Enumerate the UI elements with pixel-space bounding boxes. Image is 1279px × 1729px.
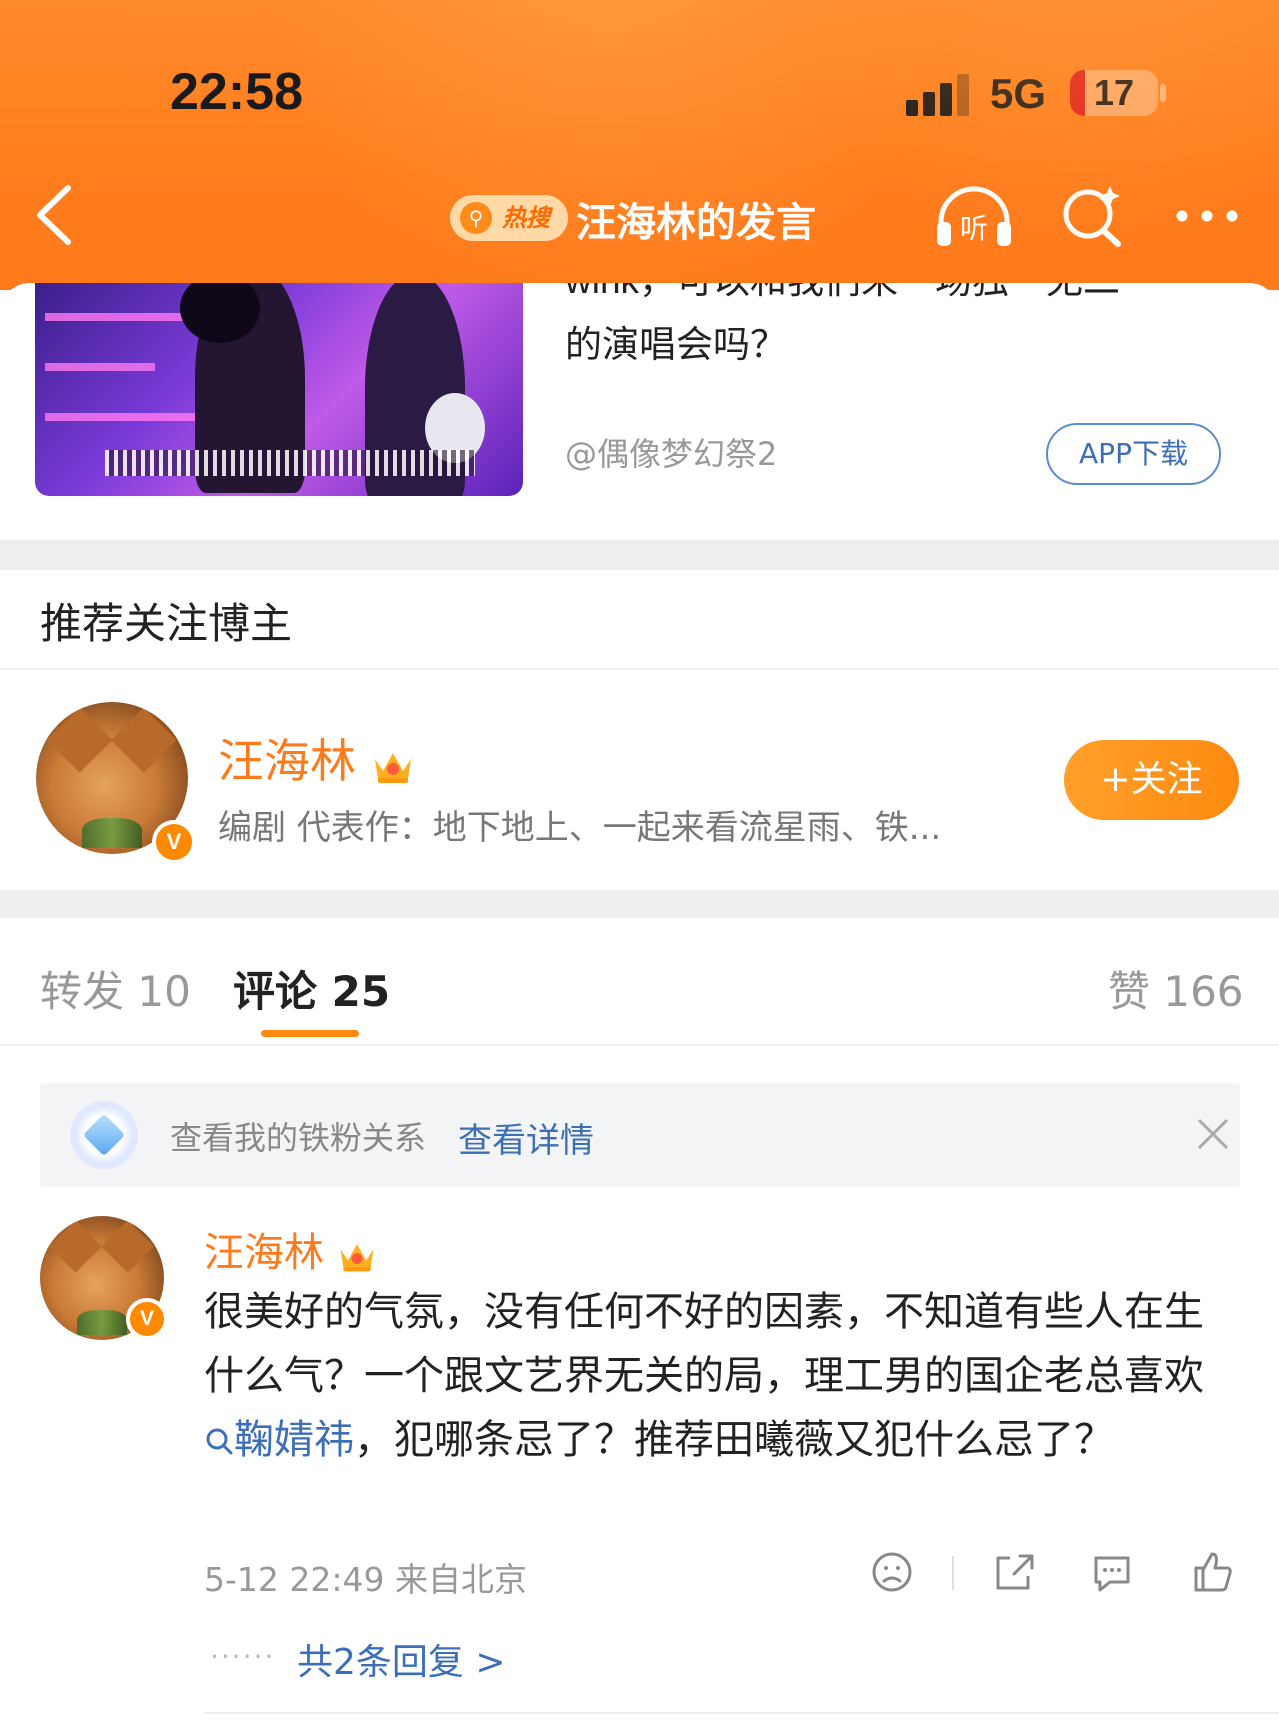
ad-headline: wink，可以和我们来一场独一无二 的演唱会吗？ (565, 283, 1120, 365)
recommend-section-title: 推荐关注博主 (40, 599, 293, 648)
hot-search-badge[interactable]: ⚲ 热搜 (450, 195, 568, 241)
tab-repost[interactable]: 转发 10 (40, 958, 191, 1019)
recommended-user-name[interactable]: 汪海林 (218, 725, 415, 791)
active-tab-indicator (261, 1030, 359, 1037)
listen-label: 听 (960, 212, 988, 245)
comment-bubble-icon[interactable] (1088, 1548, 1136, 1596)
search-icon (206, 1428, 233, 1455)
dislike-face-icon[interactable] (868, 1548, 916, 1596)
network-type: 5G (990, 70, 1047, 117)
view-details-link[interactable]: 查看详情 (458, 1113, 594, 1162)
battery-level-fill (1070, 70, 1085, 116)
tab-like[interactable]: 赞 166 (1108, 958, 1244, 1019)
divider (204, 1712, 1279, 1714)
ad-thumbnail-image[interactable] (35, 283, 523, 496)
crown-vip-icon (374, 752, 411, 783)
app-download-button[interactable]: APP下载 (1046, 423, 1221, 485)
follow-button[interactable]: +关注 (1064, 740, 1239, 820)
divider (952, 1556, 954, 1590)
watermark-strip (105, 450, 475, 476)
page-title: 汪海林的发言 (576, 200, 816, 246)
more-options-icon[interactable] (1172, 198, 1242, 234)
tab-comment[interactable]: 评论 25 (233, 958, 390, 1019)
recommended-user-bio: 编剧 代表作：地下地上、一起来看流星雨、铁... (218, 808, 942, 848)
hot-search-label: 热搜 (502, 204, 550, 232)
search-icon: ⚲ (460, 202, 492, 234)
ad-card[interactable]: wink，可以和我们来一场独一无二 的演唱会吗？ @偶像梦幻祭2 APP下载 (0, 283, 1279, 540)
section-gap (0, 540, 1279, 570)
view-replies-link[interactable]: 共2条回复 > (297, 1633, 506, 1685)
diamond-icon (70, 1101, 138, 1169)
fan-relationship-text: 查看我的铁粉关系 (170, 1119, 427, 1157)
verified-badge-icon: V (126, 1298, 168, 1340)
search-icon[interactable] (1058, 182, 1126, 250)
status-time: 22:58 (170, 63, 303, 121)
battery-level: 17 (1093, 72, 1135, 113)
replies-dots: ······ (210, 1640, 276, 1673)
battery-tip (1160, 84, 1166, 102)
divider (0, 1044, 1279, 1046)
share-icon[interactable] (990, 1548, 1038, 1596)
verified-badge-icon: V (152, 820, 196, 864)
crown-vip-icon (340, 1244, 374, 1272)
app-header: 22:58 5G 17 ⚲ 热搜 汪海林的发言 听 (0, 0, 1279, 290)
fan-relationship-banner: 查看我的铁粉关系 查看详情 (40, 1083, 1240, 1187)
divider (0, 668, 1279, 670)
topic-link[interactable]: 鞠婧祎 (204, 1417, 354, 1463)
battery-icon: 17 (1070, 70, 1158, 116)
cellular-signal-icon (906, 72, 972, 116)
ad-source: @偶像梦幻祭2 (565, 435, 778, 473)
comment-timestamp-location: 5-12 22:49 来自北京 (204, 1560, 527, 1599)
comment-author[interactable]: 汪海林 (204, 1220, 377, 1278)
comment-body: 很美好的气氛，没有任何不好的因素，不知道有些人在生什么气？一个跟文艺界无关的局，… (204, 1289, 1204, 1463)
close-icon[interactable] (1190, 1111, 1236, 1157)
back-arrow-icon[interactable] (30, 180, 80, 250)
like-thumb-icon[interactable] (1188, 1548, 1236, 1596)
headphones-listen-icon[interactable]: 听 (933, 182, 1015, 250)
section-gap (0, 890, 1279, 918)
